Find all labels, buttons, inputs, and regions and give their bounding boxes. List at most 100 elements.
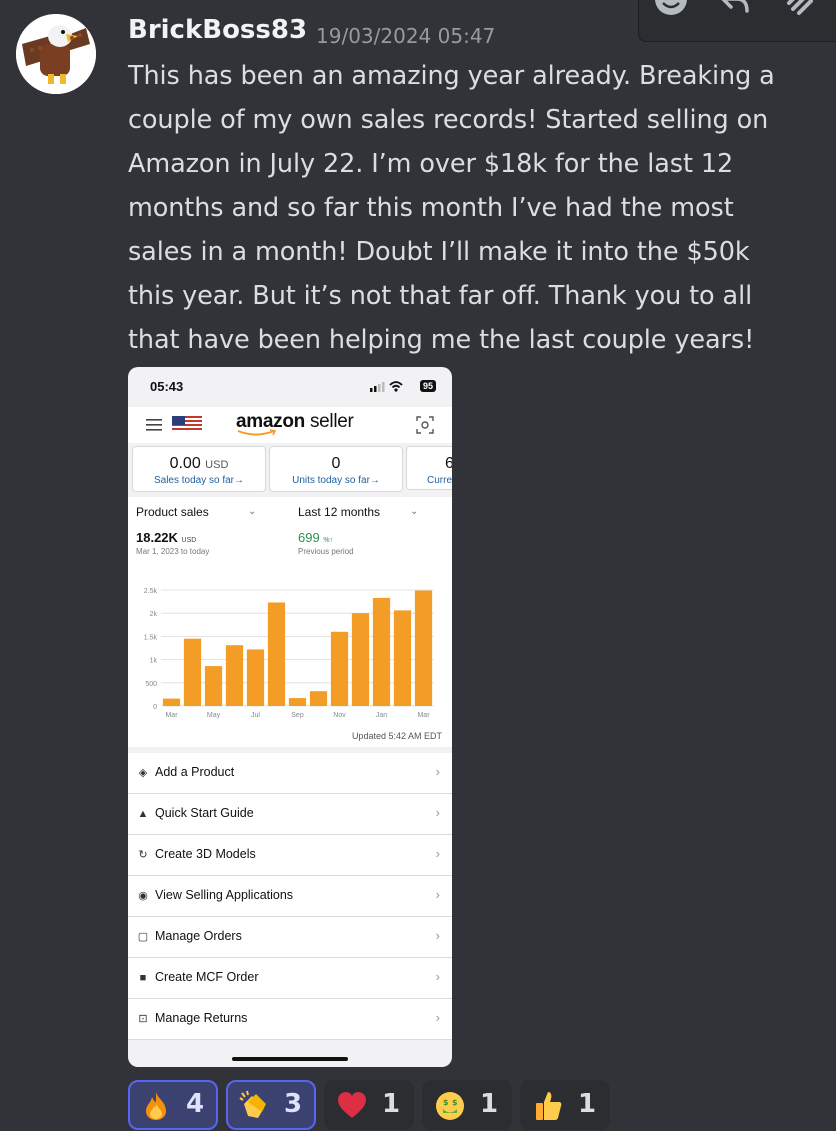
message-text-line: couple of my own sales records! Started … bbox=[128, 105, 769, 135]
tile-value: 6 bbox=[445, 455, 452, 472]
y-tick-label: 2k bbox=[150, 611, 158, 618]
tile-link[interactable]: Sales today so far→ bbox=[133, 475, 265, 486]
bar-dec-9[interactable] bbox=[351, 613, 370, 706]
reply-icon[interactable] bbox=[715, 0, 755, 27]
chevron-right-icon: › bbox=[435, 846, 440, 861]
bar-mar-12[interactable] bbox=[414, 590, 433, 707]
chevron-right-icon: › bbox=[435, 764, 440, 779]
home-indicator bbox=[232, 1057, 348, 1061]
us-flag-icon[interactable] bbox=[172, 416, 202, 432]
menu-item-add-product[interactable]: ◈ Add a Product › bbox=[128, 753, 452, 794]
message-text-line: this year. But it’s not that far off. Th… bbox=[128, 281, 753, 311]
sales-today-tile[interactable]: 0.00 USD Sales today so far→ bbox=[132, 446, 266, 492]
menu-item-manage-returns[interactable]: ⊡ Manage Returns › bbox=[128, 999, 452, 1040]
eye-icon: ◉ bbox=[138, 890, 148, 902]
sales-total: 18.22K USD bbox=[136, 530, 196, 545]
menu-item-quick-start[interactable]: ▲ Quick Start Guide › bbox=[128, 794, 452, 835]
reaction-red-heart[interactable]: 1 bbox=[324, 1080, 414, 1130]
money-mouth-face-icon: $ $ bbox=[436, 1092, 464, 1120]
tile-value: 0.00 bbox=[169, 455, 201, 472]
tile-link[interactable]: Units today so far→ bbox=[270, 475, 402, 486]
x-tick-label: Mar bbox=[417, 712, 430, 719]
x-tick-label: Jan bbox=[376, 712, 387, 719]
menu-item-3d-models[interactable]: ↻ Create 3D Models › bbox=[128, 835, 452, 876]
y-tick-label: 1.5k bbox=[144, 634, 158, 641]
change-label: Previous period bbox=[298, 547, 354, 556]
message-text-line: sales in a month! Doubt I’ll make it int… bbox=[128, 237, 750, 267]
bar-jan-10[interactable] bbox=[372, 597, 391, 706]
message-text-line: This has been an amazing year already. B… bbox=[128, 61, 775, 91]
bar-oct-7[interactable] bbox=[309, 691, 328, 706]
author-username[interactable]: BrickBoss83 bbox=[128, 15, 307, 45]
scan-icon[interactable] bbox=[416, 416, 434, 434]
menu-item-label: Create MCF Order bbox=[155, 970, 259, 984]
avatar[interactable] bbox=[16, 14, 96, 94]
updated-timestamp: Updated 5:42 AM EDT bbox=[351, 731, 442, 741]
bar-apr-1[interactable] bbox=[183, 638, 202, 706]
chevron-down-icon[interactable]: ⌄ bbox=[410, 506, 418, 517]
fire-icon bbox=[146, 1092, 166, 1120]
bar-jun-3[interactable] bbox=[225, 645, 244, 706]
period-dropdown[interactable]: Last 12 months bbox=[298, 505, 380, 519]
chevron-right-icon: › bbox=[435, 887, 440, 902]
hamburger-menu-icon[interactable] bbox=[146, 419, 162, 431]
menu-item-manage-orders[interactable]: ▢ Manage Orders › bbox=[128, 917, 452, 958]
sales-bar-chart: 0 500 1k 1.5k 2k 2.5k Mar May Jul Sep Nov Jan Mar bbox=[144, 588, 434, 719]
amazon-smile-icon bbox=[237, 429, 277, 436]
menu-item-label: Add a Product bbox=[155, 765, 235, 779]
y-tick-label: 2.5k bbox=[144, 588, 158, 595]
menu-item-label: Quick Start Guide bbox=[155, 806, 254, 820]
more-icon[interactable] bbox=[779, 0, 819, 27]
add-reaction-icon[interactable] bbox=[651, 0, 691, 27]
x-tick-label: Jul bbox=[251, 712, 260, 719]
message-text-line: that have been helping me the last coupl… bbox=[128, 325, 755, 355]
chevron-down-icon[interactable]: ⌄ bbox=[248, 506, 256, 517]
tile-value: 0 bbox=[331, 455, 341, 472]
attached-screenshot[interactable]: 05:43 95 amazon seller 0.00 USD Sales to… bbox=[128, 367, 452, 1067]
message-timestamp: 19/03/2024 05:47 bbox=[316, 24, 496, 48]
graduation-cap-icon: ▲ bbox=[137, 808, 149, 820]
x-tick-label: Sep bbox=[291, 712, 304, 719]
message-text-line: months and so far this month I’ve had th… bbox=[128, 193, 734, 223]
clipboard-icon: ▢ bbox=[137, 931, 149, 943]
battery-indicator: 95 bbox=[419, 380, 436, 392]
reaction-thumbs-up[interactable]: 1 bbox=[520, 1080, 610, 1130]
x-tick-label: Nov bbox=[333, 712, 346, 719]
message-text-line: Amazon in July 22. I’m over $18k for the… bbox=[128, 149, 734, 179]
phone-status-time: 05:43 bbox=[150, 379, 184, 394]
logo-seller: seller bbox=[309, 411, 354, 432]
menu-item-selling-applications[interactable]: ◉ View Selling Applications › bbox=[128, 876, 452, 917]
change-percent: 699 %↑ bbox=[298, 530, 333, 545]
thumbs-up-icon bbox=[536, 1092, 562, 1120]
reaction-count: 3 bbox=[284, 1089, 303, 1119]
bar-jul-4[interactable] bbox=[246, 649, 265, 706]
metric-dropdown[interactable]: Product sales bbox=[136, 505, 209, 519]
bar-may-2[interactable] bbox=[204, 666, 223, 706]
tile-link[interactable]: Curre bbox=[423, 475, 452, 486]
menu-item-mcf-order[interactable]: ■ Create MCF Order › bbox=[128, 958, 452, 999]
menu-item-label: View Selling Applications bbox=[155, 888, 294, 902]
tile-unit: USD bbox=[205, 459, 229, 471]
reaction-fire[interactable]: 4 bbox=[128, 1080, 218, 1130]
reaction-clapping-hands[interactable]: 3 bbox=[226, 1080, 316, 1130]
chevron-right-icon: › bbox=[435, 805, 440, 820]
bar-aug-5[interactable] bbox=[267, 602, 286, 707]
current-tile[interactable]: 6 Curre bbox=[406, 446, 452, 490]
bar-feb-11[interactable] bbox=[393, 610, 412, 706]
bar-mar-0[interactable] bbox=[162, 698, 181, 706]
bar-nov-8[interactable] bbox=[330, 631, 349, 706]
reaction-count: 1 bbox=[382, 1089, 401, 1119]
rotate-3d-icon: ↻ bbox=[138, 849, 148, 861]
reaction-money-mouth-face[interactable]: $ $ 1 bbox=[422, 1080, 512, 1130]
svg-text:$: $ bbox=[452, 1098, 458, 1107]
truck-icon: ■ bbox=[139, 972, 147, 984]
menu-item-label: Manage Returns bbox=[155, 1011, 248, 1025]
reaction-count: 1 bbox=[480, 1089, 499, 1119]
units-today-tile[interactable]: 0 Units today so far→ bbox=[269, 446, 403, 492]
tag-icon: ◈ bbox=[138, 767, 148, 779]
change-value: 699 bbox=[298, 530, 320, 545]
y-tick-label: 0 bbox=[153, 704, 157, 711]
message-hover-toolbar bbox=[638, 0, 836, 42]
bar-sep-6[interactable] bbox=[288, 698, 307, 706]
reaction-count: 4 bbox=[186, 1089, 205, 1119]
